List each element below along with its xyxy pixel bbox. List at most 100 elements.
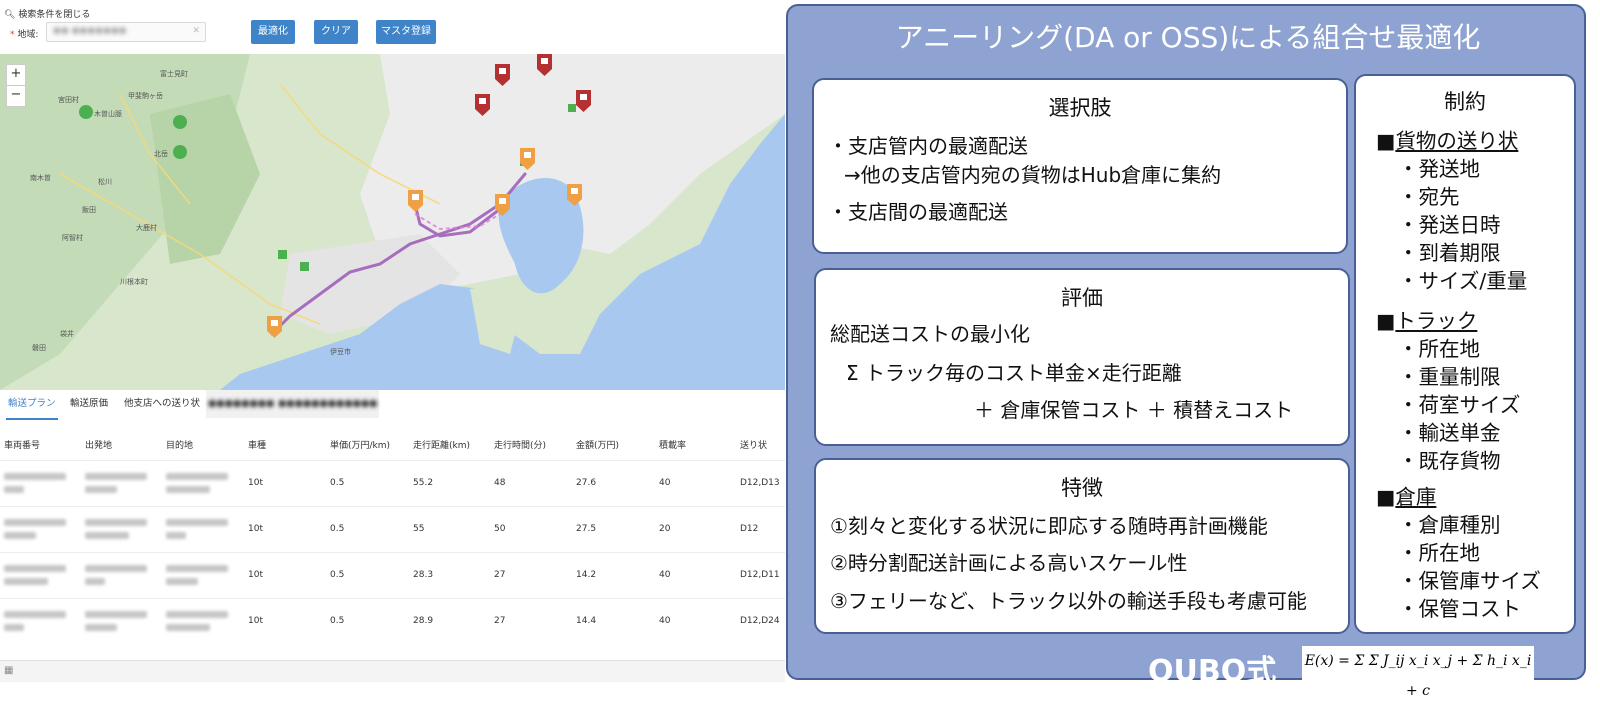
cell-amount: 27.5 [576, 524, 597, 534]
svg-text:磐田: 磐田 [32, 343, 46, 352]
constraint-head-invoice: ■貨物の送り状 [1376, 129, 1519, 153]
clear-button[interactable]: クリア [314, 20, 358, 44]
cell-destination-redacted [166, 611, 232, 633]
col-distance[interactable]: 走行距離(km) [413, 438, 470, 451]
evaluation-line-3: ＋ 倉庫保管コスト ＋ 積替えコスト [974, 398, 1294, 422]
constraint-head-warehouse: ■倉庫 [1376, 485, 1437, 509]
cell-unit-price: 0.5 [330, 616, 345, 626]
zoom-out-button[interactable]: − [6, 85, 26, 107]
optimize-button[interactable]: 最適化 [251, 20, 295, 44]
qubo-formula: E(x) = Σ Σ J_ij x_i x_j + Σ h_i x_i + c [1302, 646, 1534, 699]
features-line-3: ③フェリーなど、トラック以外の輸送手段も考慮可能 [830, 589, 1307, 613]
cell-amount: 14.4 [576, 616, 597, 626]
region-label: * 地域: [10, 30, 39, 40]
col-load-rate[interactable]: 積載率 [659, 438, 686, 451]
choices-title: 選択肢 [1048, 96, 1112, 120]
col-amount[interactable]: 金額(万円) [576, 438, 619, 451]
cell-amount: 27.6 [576, 478, 597, 488]
tab-blurred-1[interactable]: ●●●●●●●● [206, 390, 277, 418]
cell-origin-redacted [85, 611, 151, 633]
svg-text:川根本町: 川根本町 [120, 277, 148, 286]
region-value: ●● ●●●●●●● [53, 26, 127, 36]
tab-bar: 輸送プラン 輸送原価 他支店への送り状 ●●●●●●●● ●●●●●●●●●●●… [0, 390, 785, 420]
svg-text:宮田村: 宮田村 [58, 95, 79, 104]
choices-box: 選択肢 ・支店管内の最適配送 →他の支店管内宛の貨物はHub倉庫に集約 ・支店間… [812, 78, 1348, 254]
col-invoice[interactable]: 送り状 [740, 438, 767, 451]
constraint-item: ・宛先 [1398, 185, 1460, 209]
cell-vehicle-number-redacted [4, 565, 70, 587]
cell-invoice: D12 [740, 524, 759, 534]
svg-text:阿智村: 阿智村 [62, 233, 83, 242]
col-unit-price[interactable]: 単価(万円/km) [330, 438, 390, 451]
cell-vehicle-type: 10t [248, 478, 263, 488]
features-line-1: ①刻々と変化する状況に即応する随時再計画機能 [830, 514, 1268, 538]
cell-destination-redacted [166, 519, 232, 541]
choices-line-3: ・支店間の最適配送 [828, 200, 1008, 224]
grid-icon[interactable]: ▦ [4, 665, 13, 676]
evaluation-line-2: Σ トラック毎のコスト単金×走行距離 [846, 361, 1182, 385]
constraint-item: ・発送日時 [1398, 213, 1501, 237]
toggle-search-conditions[interactable]: 🔍︎ 検索条件を閉じる [4, 7, 90, 20]
explanation-panel: アニーリング(DA or OSS)による組合せ最適化 選択肢 ・支店管内の最適配… [786, 4, 1586, 699]
tab-invoices-other-branches[interactable]: 他支店への送り状 [122, 390, 202, 418]
choices-line-1: ・支店管内の最適配送 [828, 134, 1028, 158]
cell-amount: 14.2 [576, 570, 597, 580]
cell-origin-redacted [85, 473, 151, 495]
cell-vehicle-number-redacted [4, 611, 70, 633]
cell-invoice: D12,D13 [740, 478, 780, 488]
constraint-item: ・重量制限 [1398, 365, 1501, 389]
cell-unit-price: 0.5 [330, 478, 345, 488]
region-select[interactable]: ●● ●●●●●●● ✕ [46, 22, 206, 42]
constraint-item: ・保管庫サイズ [1398, 569, 1541, 593]
constraint-item: ・輸送単金 [1398, 421, 1501, 445]
map-canvas: 木曽山脈甲斐駒ヶ岳北岳 南木曽 松川飯田 阿智村 富士見町宮田村 大鹿村袋井磐田 伊… [0, 54, 785, 390]
col-vehicle-number[interactable]: 車両番号 [4, 438, 40, 451]
constraint-item: ・既存貨物 [1398, 449, 1501, 473]
cell-time: 48 [494, 478, 506, 488]
cell-origin-redacted [85, 519, 151, 541]
col-vehicle-type[interactable]: 車種 [248, 438, 266, 451]
cell-load-rate: 40 [659, 616, 671, 626]
col-destination[interactable]: 目的地 [166, 438, 193, 451]
cell-destination-redacted [166, 473, 232, 495]
cell-distance: 55 [413, 524, 425, 534]
cell-load-rate: 40 [659, 478, 671, 488]
app-window: 🔍︎ 検索条件を閉じる * 地域: ●● ●●●●●●● ✕ 最適化 クリア マ… [0, 0, 785, 682]
constraint-item: ・保管コスト [1398, 597, 1521, 621]
evaluation-title: 評価 [1061, 286, 1103, 310]
zoom-in-button[interactable]: + [6, 64, 26, 86]
cell-vehicle-type: 10t [248, 616, 263, 626]
cell-distance: 55.2 [413, 478, 434, 488]
svg-text:飯田: 飯田 [82, 205, 96, 214]
panel-title: アニーリング(DA or OSS)による組合せ最適化 [895, 21, 1481, 54]
svg-text:木曽山脈: 木曽山脈 [94, 109, 122, 118]
cell-vehicle-type: 10t [248, 524, 263, 534]
table-row[interactable]: 10t 0.5 28.9 27 14.4 40 D12,D24 [0, 598, 785, 645]
constraints-title: 制約 [1444, 90, 1486, 114]
table-row[interactable]: 10t 0.5 55 50 27.5 20 D12 [0, 506, 785, 553]
cell-vehicle-number-redacted [4, 473, 70, 495]
cell-invoice: D12,D24 [740, 616, 780, 626]
route-map[interactable]: 木曽山脈 甲斐駒ヶ岳 北岳 南木曽 松川 飯田 阿智村 富士見町 宮田村 大鹿村 袋井 磐田 伊… [0, 54, 785, 390]
search-conditions-bar: 🔍︎ 検索条件を閉じる * 地域: ●● ●●●●●●● ✕ 最適化 クリア マ… [0, 0, 785, 54]
svg-text:大鹿村: 大鹿村 [136, 223, 157, 232]
table-row[interactable]: 10t 0.5 28.3 27 14.2 40 D12,D11 [0, 552, 785, 599]
tab-transport-cost[interactable]: 輸送原価 [68, 390, 110, 418]
cell-vehicle-type: 10t [248, 570, 263, 580]
svg-text:松川: 松川 [98, 177, 112, 186]
master-register-button[interactable]: マスタ登録 [376, 20, 436, 44]
col-origin[interactable]: 出発地 [85, 438, 112, 451]
tab-blurred-2[interactable]: ●●●●●●●●●●●● [276, 390, 380, 418]
evaluation-line-1: 総配送コストの最小化 [830, 322, 1030, 346]
cell-time: 27 [494, 570, 506, 580]
search-icon: 🔍︎ [4, 10, 16, 20]
cell-unit-price: 0.5 [330, 524, 345, 534]
cell-invoice: D12,D11 [740, 570, 780, 580]
table-row[interactable]: 10t 0.5 55.2 48 27.6 40 D12,D13 [0, 460, 785, 507]
clear-icon[interactable]: ✕ [192, 26, 200, 36]
col-time[interactable]: 走行時間(分) [494, 438, 546, 451]
features-title: 特徴 [1061, 476, 1103, 500]
cell-vehicle-number-redacted [4, 519, 70, 541]
features-box: 特徴 ①刻々と変化する状況に即応する随時再計画機能 ②時分割配送計画による高いス… [814, 458, 1350, 634]
tab-transport-plan[interactable]: 輸送プラン [6, 390, 58, 420]
